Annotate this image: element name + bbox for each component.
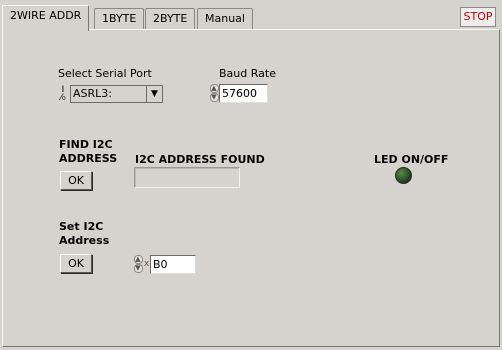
set-i2c-label-line1: Set I2C: [59, 220, 104, 233]
tab-manual[interactable]: Manual: [197, 8, 253, 30]
led-indicator[interactable]: [395, 167, 412, 184]
stop-button[interactable]: STOP: [460, 7, 496, 27]
serial-port-label: Select Serial Port: [58, 67, 152, 80]
find-i2c-label-line1: FIND I2C: [59, 138, 113, 151]
set-i2c-address-control: ▲ ▼ x B0: [133, 254, 196, 274]
io-icon: I ⁄₀: [60, 85, 66, 103]
chevron-down-icon[interactable]: ▼: [146, 85, 163, 103]
i2c-address-found-label: I2C ADDRESS FOUND: [135, 153, 265, 166]
hex-prefix: x: [143, 259, 150, 269]
find-i2c-ok-button[interactable]: OK: [60, 171, 92, 190]
set-i2c-label-line2: Address: [59, 234, 110, 247]
tab-1byte[interactable]: 1BYTE: [94, 8, 145, 30]
baud-rate-control: ▲ ▼ 57600: [209, 83, 268, 103]
baud-rate-label: Baud Rate: [219, 67, 276, 80]
i2c-address-found-display: [134, 167, 240, 188]
set-i2c-ok-button[interactable]: OK: [60, 254, 92, 273]
tab-2byte[interactable]: 2BYTE: [145, 8, 196, 30]
tab-2wire-addr[interactable]: 2WIRE ADDR: [2, 5, 90, 31]
led-label: LED ON/OFF: [374, 153, 449, 166]
serial-port-select[interactable]: I ⁄₀ ASRL3: ▼: [56, 85, 163, 103]
serial-port-value[interactable]: ASRL3:: [70, 85, 146, 103]
baud-rate-input[interactable]: 57600: [219, 83, 268, 103]
spinner-icon[interactable]: ▲ ▼: [133, 254, 143, 274]
set-i2c-address-input[interactable]: B0: [150, 254, 196, 274]
spinner-icon[interactable]: ▲ ▼: [209, 83, 219, 103]
find-i2c-label-line2: ADDRESS: [59, 152, 118, 165]
